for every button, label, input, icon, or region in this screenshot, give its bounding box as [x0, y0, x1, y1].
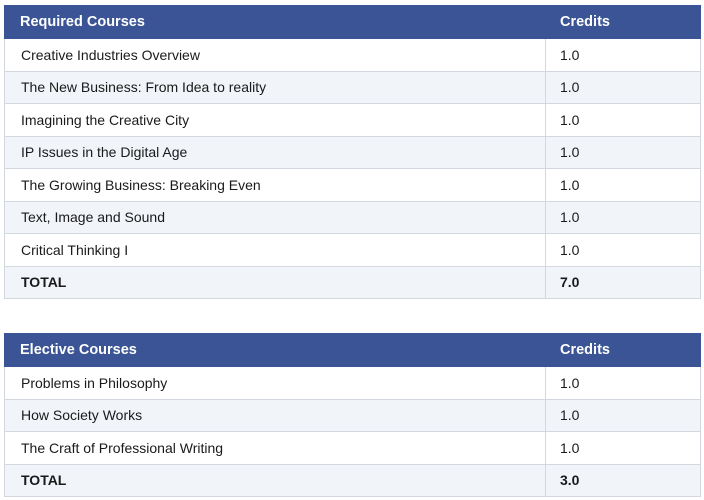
table-header-row: Elective Courses Credits	[4, 333, 701, 367]
course-credits: 1.0	[545, 233, 701, 267]
total-row: TOTAL 7.0	[4, 265, 701, 299]
course-credits: 1.0	[545, 398, 701, 432]
table-row: Problems in Philosophy 1.0	[4, 366, 701, 400]
total-credits: 7.0	[545, 265, 701, 299]
course-credits: 1.0	[545, 135, 701, 169]
elective-courses-heading: Elective Courses	[4, 333, 546, 367]
course-name: IP Issues in the Digital Age	[4, 135, 546, 169]
table-header-row: Required Courses Credits	[4, 5, 701, 39]
course-name: The Craft of Professional Writing	[4, 431, 546, 465]
course-name: Problems in Philosophy	[4, 366, 546, 400]
total-row: TOTAL 3.0	[4, 463, 701, 497]
course-credits: 1.0	[545, 168, 701, 202]
course-name: How Society Works	[4, 398, 546, 432]
table-row: How Society Works 1.0	[4, 398, 701, 432]
table-row: The New Business: From Idea to reality 1…	[4, 70, 701, 104]
course-credits: 1.0	[545, 366, 701, 400]
table-row: Critical Thinking I 1.0	[4, 233, 701, 267]
required-courses-heading: Required Courses	[4, 5, 546, 39]
course-credits: 1.0	[545, 200, 701, 234]
course-name: The New Business: From Idea to reality	[4, 70, 546, 104]
table-row: Creative Industries Overview 1.0	[4, 38, 701, 72]
elective-courses-table: Elective Courses Credits Problems in Phi…	[4, 333, 701, 497]
course-credits: 1.0	[545, 431, 701, 465]
table-row: IP Issues in the Digital Age 1.0	[4, 135, 701, 169]
total-label: TOTAL	[4, 463, 546, 497]
required-courses-table: Required Courses Credits Creative Indust…	[4, 5, 701, 299]
credits-heading: Credits	[545, 333, 701, 367]
course-credits: 1.0	[545, 70, 701, 104]
credits-heading: Credits	[545, 5, 701, 39]
course-name: Imagining the Creative City	[4, 103, 546, 137]
course-name: Text, Image and Sound	[4, 200, 546, 234]
total-credits: 3.0	[545, 463, 701, 497]
table-row: The Growing Business: Breaking Even 1.0	[4, 168, 701, 202]
table-row: Imagining the Creative City 1.0	[4, 103, 701, 137]
course-name: The Growing Business: Breaking Even	[4, 168, 546, 202]
table-row: Text, Image and Sound 1.0	[4, 200, 701, 234]
total-label: TOTAL	[4, 265, 546, 299]
course-name: Creative Industries Overview	[4, 38, 546, 72]
course-credits: 1.0	[545, 103, 701, 137]
table-row: The Craft of Professional Writing 1.0	[4, 431, 701, 465]
course-name: Critical Thinking I	[4, 233, 546, 267]
course-credits: 1.0	[545, 38, 701, 72]
